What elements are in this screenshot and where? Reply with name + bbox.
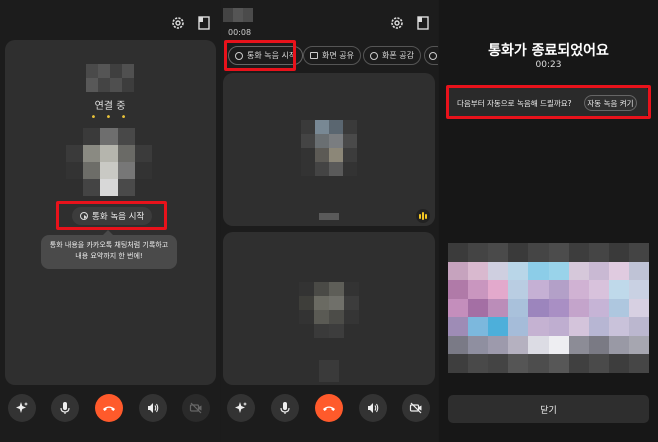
speaker-icon <box>148 403 159 413</box>
call-ended-panel: 통화가 종료되었어요 00:23 다음부터 자동으로 녹음해 드릴까요? 자동 … <box>439 0 658 442</box>
mic-button[interactable] <box>51 394 79 422</box>
call-ended-title: 통화가 종료되었어요 <box>488 43 609 59</box>
sparkle-button[interactable] <box>8 394 36 422</box>
reaction-chip[interactable]: 화폰 공감 <box>363 46 421 65</box>
highlight-box <box>224 40 296 71</box>
loading-dots: • • • <box>90 112 130 123</box>
highlight-box <box>446 85 651 119</box>
call-timer: 00:08 <box>228 28 252 37</box>
settings-icon[interactable] <box>388 14 406 32</box>
video-button[interactable] <box>402 394 430 422</box>
screen-icon[interactable] <box>195 14 213 32</box>
call-duration: 00:23 <box>535 60 562 70</box>
chip-label: 화면 공유 <box>322 51 354 60</box>
sparkle-button[interactable] <box>227 394 255 422</box>
close-button[interactable]: 닫기 <box>448 395 649 423</box>
call-panel-active: 00:08 통화 녹음 시작 화면 공유 화폰 공감 <box>221 0 438 442</box>
end-call-button[interactable] <box>315 394 343 422</box>
speaker-button[interactable] <box>139 394 167 422</box>
video-off-icon <box>189 402 202 414</box>
highlight-box <box>56 201 167 230</box>
mic-button[interactable] <box>271 394 299 422</box>
connecting-label: 연결 중 <box>94 101 126 112</box>
smile-icon <box>370 51 378 60</box>
settings-icon[interactable] <box>169 14 187 32</box>
mic-icon <box>280 402 290 414</box>
screen-share-chip[interactable]: 화면 공유 <box>303 46 361 65</box>
sparkle-icon <box>16 402 28 413</box>
blurred-content-preview <box>448 243 649 373</box>
end-call-icon <box>323 406 335 411</box>
screen-share-icon <box>310 52 318 59</box>
blurred-name <box>319 360 339 382</box>
video-off-icon <box>409 402 422 414</box>
blurred-avatar <box>66 128 152 196</box>
hand-icon <box>429 51 437 60</box>
sparkle-icon <box>235 402 247 413</box>
mic-icon <box>60 402 70 414</box>
speaker-button[interactable] <box>359 394 387 422</box>
speaker-icon <box>368 403 379 413</box>
record-tooltip: 통화 내용을 카카오톡 채팅처럼 기록하고 내용 요약까지 한 번에! <box>41 230 177 269</box>
blurred-name <box>223 8 253 22</box>
blurred-name <box>86 64 134 92</box>
more-chip[interactable] <box>424 46 438 65</box>
tooltip-line-1: 통화 내용을 카카오톡 채팅처럼 기록하고 <box>49 241 169 249</box>
screen-icon[interactable] <box>414 14 432 32</box>
end-call-icon <box>103 406 115 411</box>
end-call-button[interactable] <box>95 394 123 422</box>
blurred-avatar <box>299 282 359 338</box>
tooltip-line-2: 내용 요약까지 한 번에! <box>75 252 143 260</box>
blurred-name <box>319 213 339 220</box>
blurred-avatar <box>301 120 357 176</box>
call-panel-connecting: 연결 중 • • • 통화 녹음 시작 통화 내용을 카카오톡 채팅처럼 기록하… <box>0 0 220 442</box>
video-button[interactable] <box>182 394 210 422</box>
speaking-indicator-icon <box>416 209 430 223</box>
chip-label: 화폰 공감 <box>382 51 414 60</box>
